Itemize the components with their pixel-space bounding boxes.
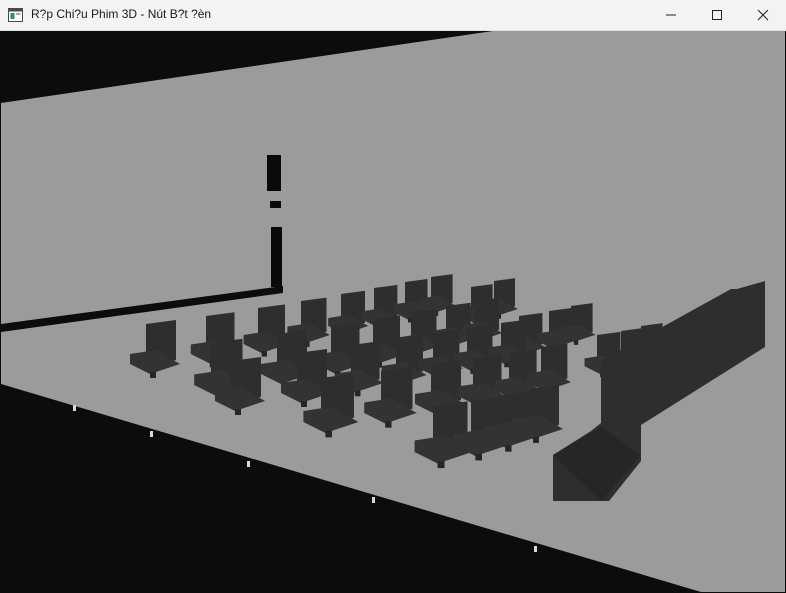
maximize-button[interactable] [694,0,740,30]
3d-viewport[interactable] [1,31,785,592]
title-bar[interactable]: R?p Chi?u Phim 3D - Nút B?t ?èn [0,0,786,31]
app-window: R?p Chi?u Phim 3D - Nút B?t ?èn [0,0,786,593]
minimize-button[interactable] [648,0,694,30]
maximize-icon [712,10,722,20]
close-button[interactable] [740,0,786,30]
close-icon [757,9,769,21]
window-title: R?p Chi?u Phim 3D - Nút B?t ?èn [31,7,212,21]
minimize-icon [666,14,676,16]
app-icon [8,8,23,22]
